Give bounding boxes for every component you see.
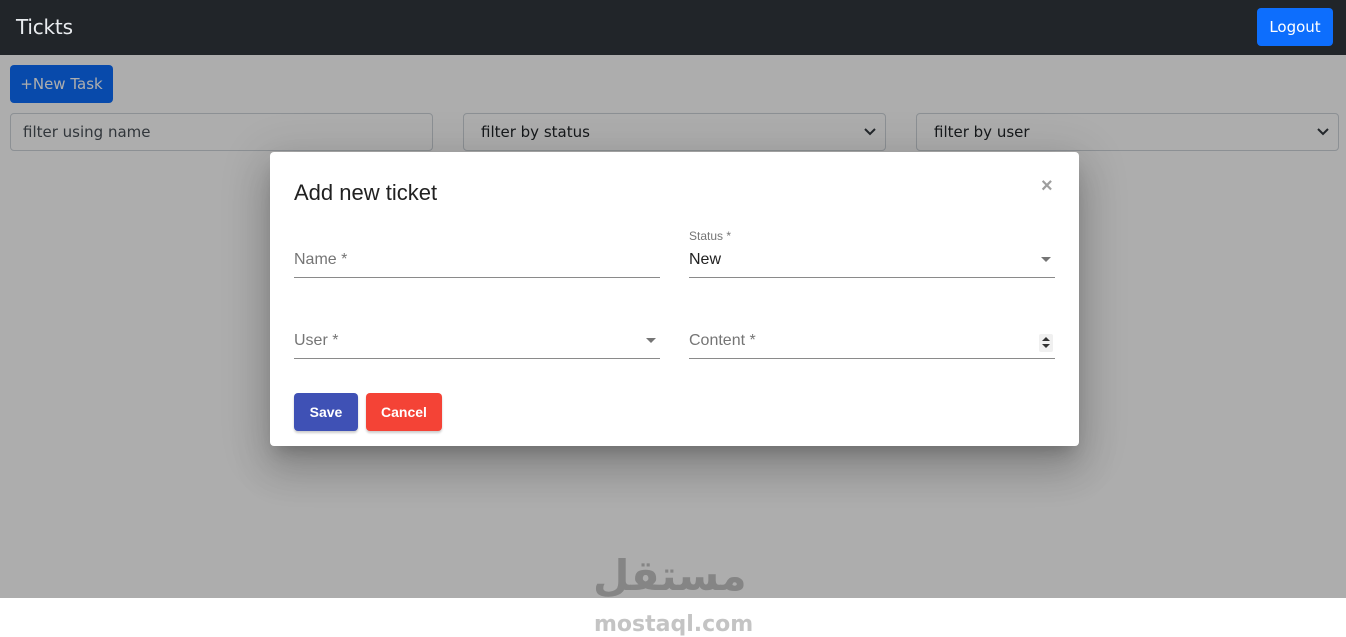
user-select[interactable]: User * — [294, 312, 660, 359]
dropdown-arrow-icon — [1041, 257, 1051, 262]
close-icon[interactable]: × — [1041, 176, 1055, 196]
top-navbar: Tickts Logout — [0, 0, 1346, 55]
cancel-button[interactable]: Cancel — [366, 393, 442, 431]
stepper-icon[interactable] — [1039, 334, 1053, 352]
add-ticket-dialog: Add new ticket × Name * Status * New Use… — [270, 152, 1079, 446]
status-field-label: Status * — [689, 229, 732, 243]
stepper-down-icon[interactable] — [1042, 344, 1050, 348]
dropdown-arrow-icon — [646, 338, 656, 343]
name-field[interactable]: Name * — [294, 231, 660, 278]
content-field-label: Content * — [689, 332, 756, 349]
app-brand[interactable]: Tickts — [16, 15, 73, 39]
user-field-label: User * — [294, 332, 339, 349]
content-field[interactable]: Content * — [689, 312, 1055, 359]
dialog-title: Add new ticket — [294, 180, 438, 205]
save-button[interactable]: Save — [294, 393, 358, 431]
name-field-label: Name * — [294, 251, 348, 268]
logout-button[interactable]: Logout — [1257, 8, 1333, 46]
status-select[interactable]: Status * New — [689, 229, 1055, 278]
stepper-up-icon[interactable] — [1042, 337, 1050, 341]
status-field-value: New — [689, 251, 722, 268]
watermark-latin: mostaql.com — [594, 612, 754, 637]
